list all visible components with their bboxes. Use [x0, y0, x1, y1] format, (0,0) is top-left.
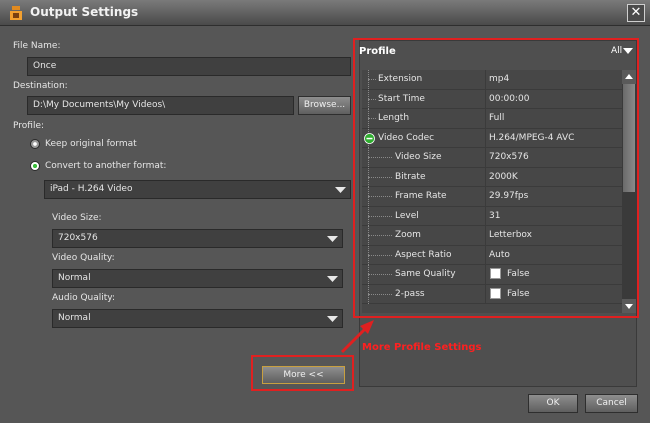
annotation-text: More Profile Settings — [362, 342, 482, 353]
file-name-input[interactable]: Once — [27, 57, 351, 76]
window-title: Output Settings — [30, 5, 139, 19]
audio-quality-select[interactable]: Normal — [52, 309, 343, 328]
ok-button[interactable]: OK — [528, 394, 578, 413]
chevron-down-icon — [327, 236, 338, 242]
more-highlight-box — [251, 355, 354, 391]
file-name-label: File Name: — [13, 41, 61, 51]
video-quality-label: Video Quality: — [52, 253, 115, 263]
convert-format-label: Convert to another format: — [45, 161, 167, 171]
profile-label: Profile: — [13, 121, 45, 131]
chevron-down-icon — [335, 187, 346, 193]
format-select[interactable]: iPad - H.264 Video — [44, 180, 351, 199]
destination-input[interactable]: D:\My Documents\My Videos\ — [27, 96, 294, 115]
audio-quality-select-value: Normal — [58, 313, 91, 323]
video-size-label: Video Size: — [52, 213, 102, 223]
app-icon — [10, 6, 22, 20]
close-button[interactable]: ✕ — [627, 4, 645, 22]
video-quality-select[interactable]: Normal — [52, 269, 343, 288]
audio-quality-label: Audio Quality: — [52, 293, 115, 303]
keep-original-radio[interactable] — [30, 139, 40, 149]
browse-button[interactable]: Browse... — [298, 96, 351, 115]
close-icon: ✕ — [630, 5, 642, 20]
chevron-down-icon — [327, 276, 338, 282]
cancel-button[interactable]: Cancel — [585, 394, 638, 413]
title-bar: Output Settings ✕ — [0, 0, 650, 26]
video-quality-select-value: Normal — [58, 273, 91, 283]
convert-format-radio[interactable] — [30, 161, 40, 171]
destination-label: Destination: — [13, 81, 68, 91]
video-size-select-value: 720x576 — [58, 233, 98, 243]
video-size-select[interactable]: 720x576 — [52, 229, 343, 248]
format-select-value: iPad - H.264 Video — [50, 184, 133, 194]
keep-original-label: Keep original format — [45, 139, 137, 149]
profile-highlight-box — [353, 38, 639, 318]
